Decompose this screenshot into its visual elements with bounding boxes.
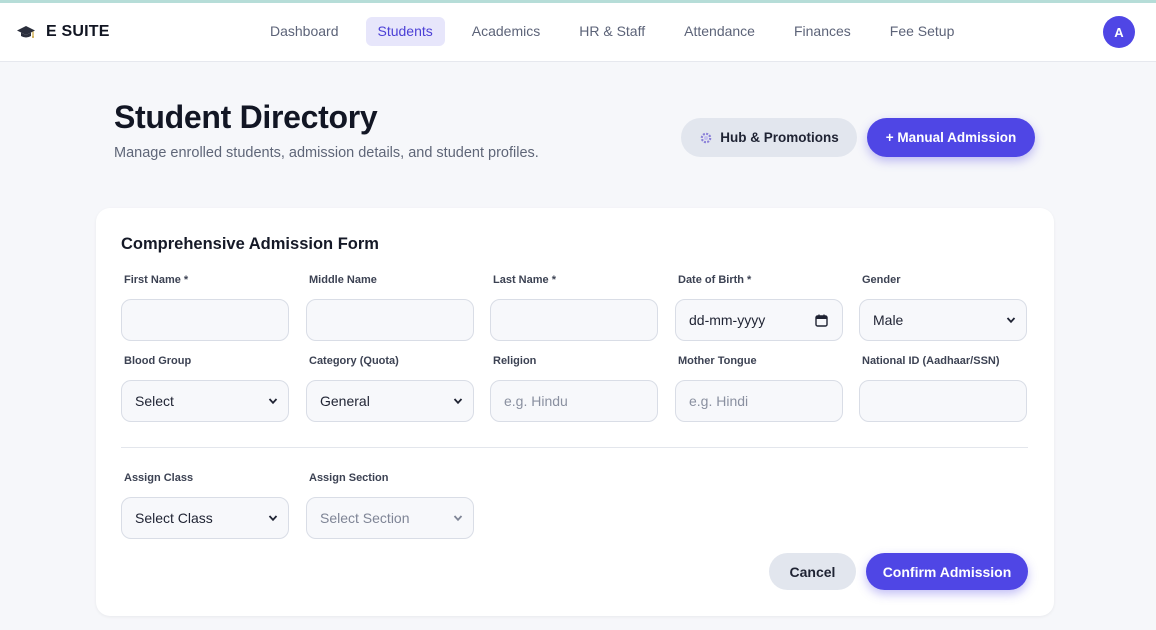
category-label: Category (Quota) xyxy=(309,355,399,367)
religion-input[interactable]: e.g. Hindu xyxy=(490,380,658,422)
form-title: Comprehensive Admission Form xyxy=(121,235,379,253)
dob-value: dd-mm-yyyy xyxy=(689,312,766,328)
calendar-icon[interactable] xyxy=(815,314,828,327)
graduation-cap-icon xyxy=(17,26,35,38)
assign-section-group: Assign Section Select Section xyxy=(306,471,474,539)
first-name-label: First Name * xyxy=(124,274,189,286)
brand-name: E SUITE xyxy=(46,23,110,40)
dob-input[interactable]: dd-mm-yyyy xyxy=(675,299,843,341)
nav-item-fee-setup[interactable]: Fee Setup xyxy=(878,17,967,46)
manual-admission-button[interactable]: + Manual Admission xyxy=(867,118,1035,157)
assign-class-group: Assign Class Select Class xyxy=(121,471,289,539)
religion-label: Religion xyxy=(493,355,537,367)
middle-name-input[interactable] xyxy=(306,299,474,341)
hub-promotions-button[interactable]: Hub & Promotions xyxy=(681,118,857,157)
gender-select[interactable]: Male xyxy=(859,299,1027,341)
gender-value: Male xyxy=(873,312,904,328)
category-value: General xyxy=(320,393,370,409)
chevron-down-icon xyxy=(1006,317,1016,324)
category-select[interactable]: General xyxy=(306,380,474,422)
nav-item-attendance[interactable]: Attendance xyxy=(672,17,767,46)
assign-class-value: Select Class xyxy=(135,510,213,526)
chevron-down-icon xyxy=(453,515,463,522)
assign-section-label: Assign Section xyxy=(309,472,389,484)
chevron-down-icon xyxy=(268,515,278,522)
last-name-label: Last Name * xyxy=(493,274,556,286)
assign-section-select[interactable]: Select Section xyxy=(306,497,474,539)
blood-group-select[interactable]: Select xyxy=(121,380,289,422)
brand[interactable]: E SUITE xyxy=(16,21,110,43)
top-navbar: E SUITE Dashboard Students Academics HR … xyxy=(0,3,1156,62)
cancel-button[interactable]: Cancel xyxy=(769,553,856,590)
gender-label: Gender xyxy=(862,274,901,286)
page-title: Student Directory xyxy=(114,99,378,135)
assign-class-label: Assign Class xyxy=(124,472,194,484)
assign-class-select[interactable]: Select Class xyxy=(121,497,289,539)
last-name-group: Last Name * xyxy=(490,273,658,341)
religion-group: Religion e.g. Hindu xyxy=(490,354,658,422)
confirm-admission-button[interactable]: Confirm Admission xyxy=(866,553,1028,590)
dob-group: Date of Birth * dd-mm-yyyy xyxy=(675,273,843,341)
first-name-group: First Name * xyxy=(121,273,289,341)
assign-section-value: Select Section xyxy=(320,510,410,526)
nav-item-students[interactable]: Students xyxy=(365,17,445,46)
national-id-label: National ID (Aadhaar/SSN) xyxy=(862,355,1000,367)
blood-group-value: Select xyxy=(135,393,174,409)
page-subtitle: Manage enrolled students, admission deta… xyxy=(114,145,539,161)
gear-icon xyxy=(700,132,712,143)
middle-name-label: Middle Name xyxy=(309,274,377,286)
nav-item-hr-staff[interactable]: HR & Staff xyxy=(567,17,657,46)
mother-tongue-input[interactable]: e.g. Hindi xyxy=(675,380,843,422)
blood-group-group: Blood Group Select xyxy=(121,354,289,422)
chevron-down-icon xyxy=(453,398,463,405)
chevron-down-icon xyxy=(268,398,278,405)
middle-name-group: Middle Name xyxy=(306,273,474,341)
form-divider xyxy=(121,447,1028,448)
gender-group: Gender Male xyxy=(859,273,1027,341)
mother-tongue-label: Mother Tongue xyxy=(678,355,757,367)
blood-group-label: Blood Group xyxy=(124,355,192,367)
first-name-input[interactable] xyxy=(121,299,289,341)
user-avatar[interactable]: A xyxy=(1103,16,1135,48)
last-name-input[interactable] xyxy=(490,299,658,341)
nav-item-academics[interactable]: Academics xyxy=(460,17,552,46)
mother-tongue-group: Mother Tongue e.g. Hindi xyxy=(675,354,843,422)
nav-item-dashboard[interactable]: Dashboard xyxy=(258,17,351,46)
dob-label: Date of Birth * xyxy=(678,274,752,286)
national-id-input[interactable] xyxy=(859,380,1027,422)
national-id-group: National ID (Aadhaar/SSN) xyxy=(859,354,1027,422)
hub-promotions-label: Hub & Promotions xyxy=(720,130,839,145)
nav-item-finances[interactable]: Finances xyxy=(782,17,863,46)
category-group: Category (Quota) General xyxy=(306,354,474,422)
main-nav: Dashboard Students Academics HR & Staff … xyxy=(258,17,981,46)
